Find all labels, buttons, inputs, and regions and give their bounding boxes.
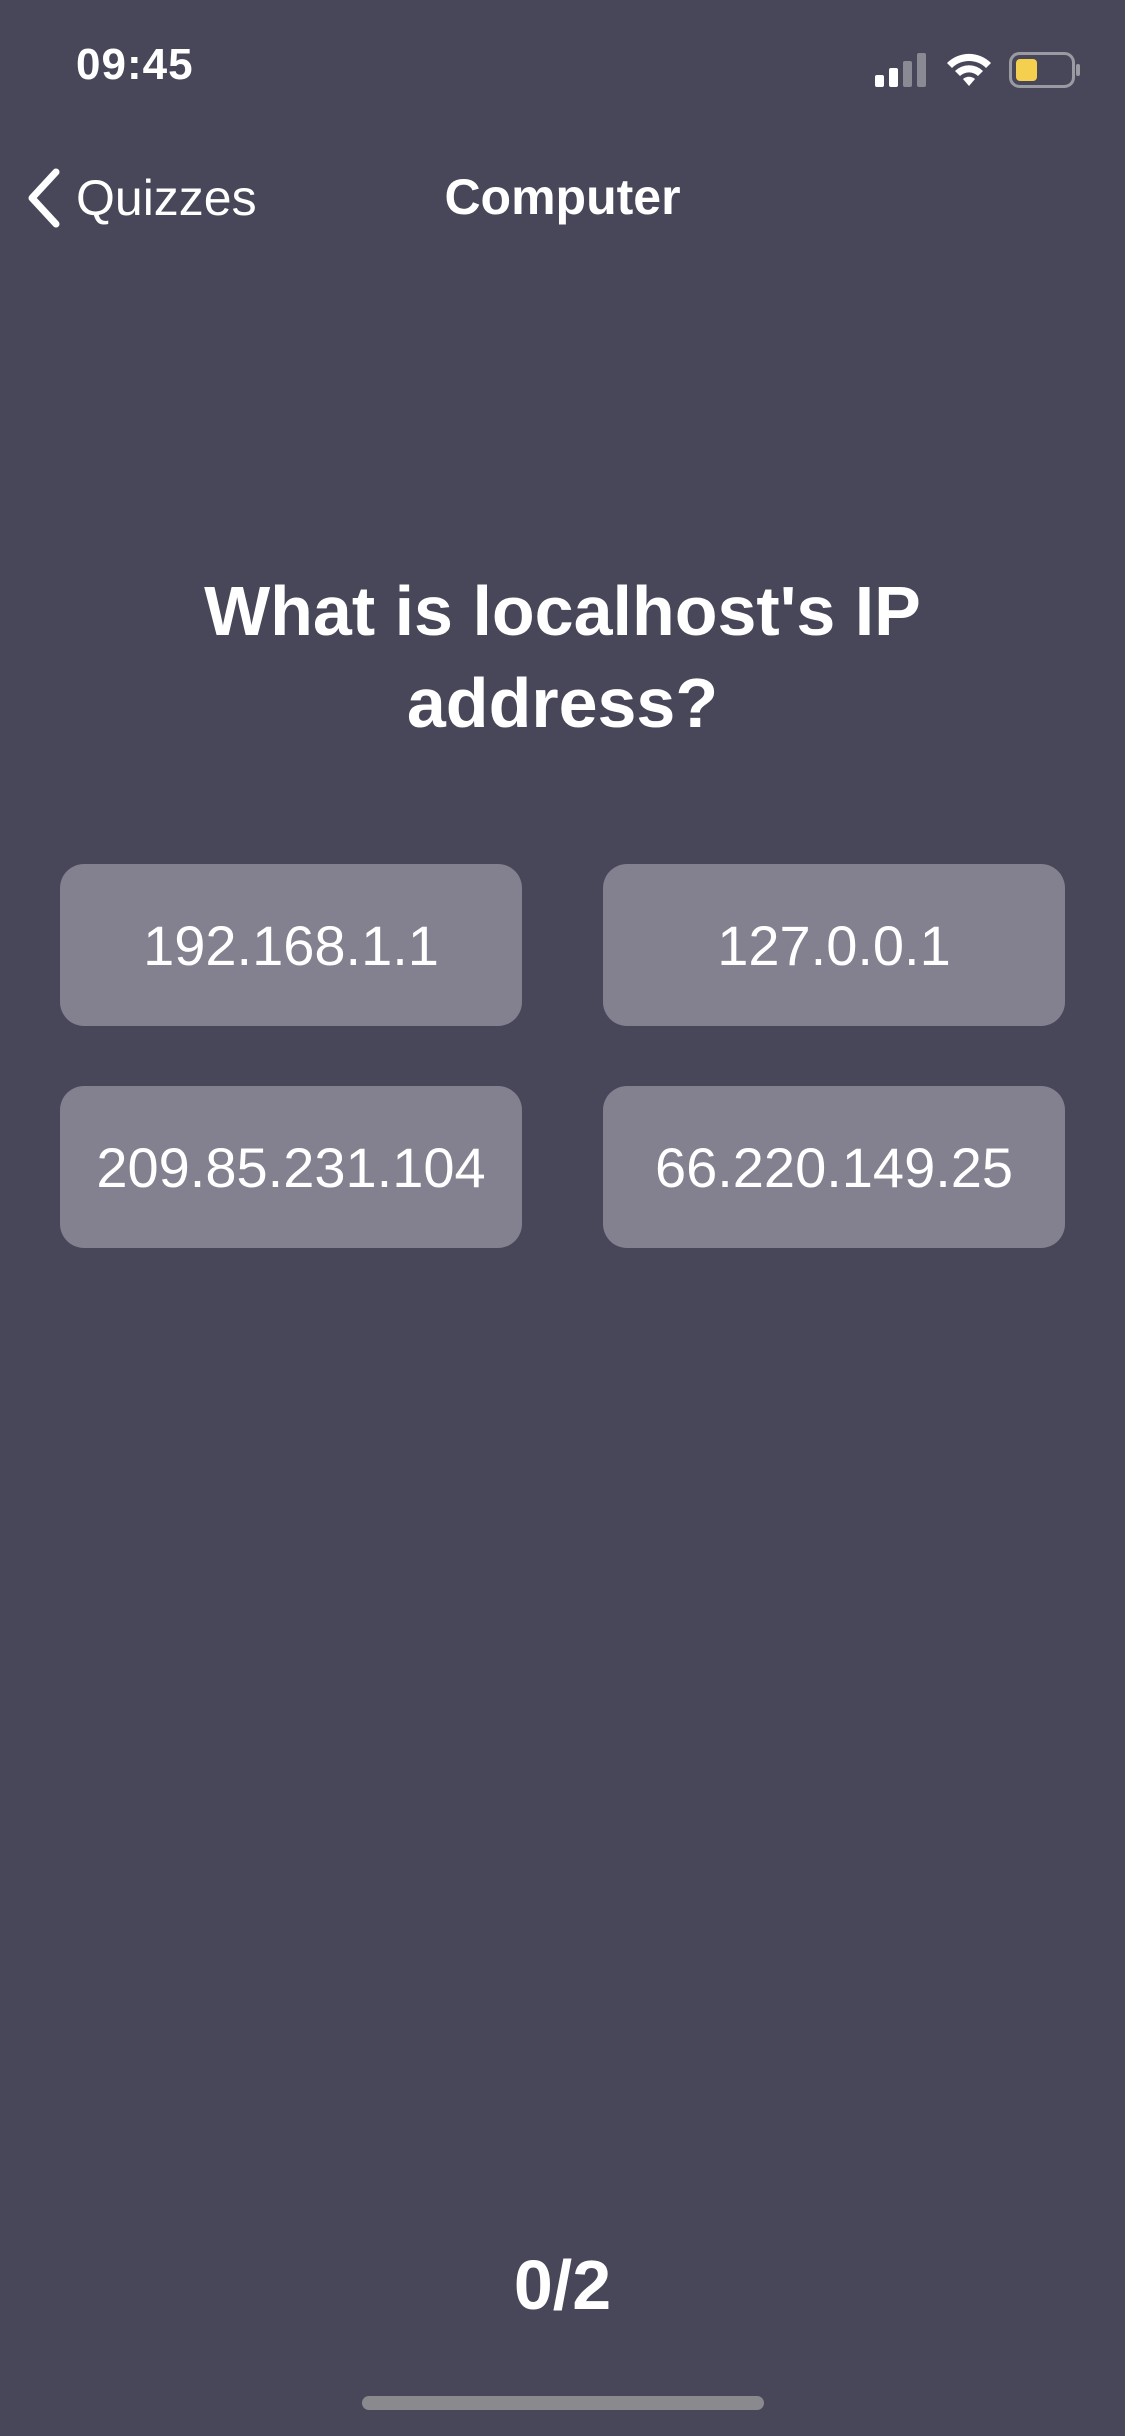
page-title: Computer [444,169,681,225]
answer-option-3[interactable]: 209.85.231.104 [60,1086,522,1248]
cellular-signal-icon [875,53,926,87]
wifi-icon [947,53,991,86]
quiz-screen: 09:45 Quizzes Computer What is localhost… [0,0,1125,2436]
status-time: 09:45 [76,40,194,89]
answer-option-2[interactable]: 127.0.0.1 [603,864,1065,1026]
answer-option-4[interactable]: 66.220.149.25 [603,1086,1065,1248]
home-indicator[interactable] [362,2396,764,2410]
status-icons [875,48,1081,92]
battery-icon [1009,52,1080,88]
score-counter: 0/2 [513,2246,612,2324]
question-text: What is localhost's IP address? [204,572,921,742]
answer-option-1[interactable]: 192.168.1.1 [60,864,522,1026]
